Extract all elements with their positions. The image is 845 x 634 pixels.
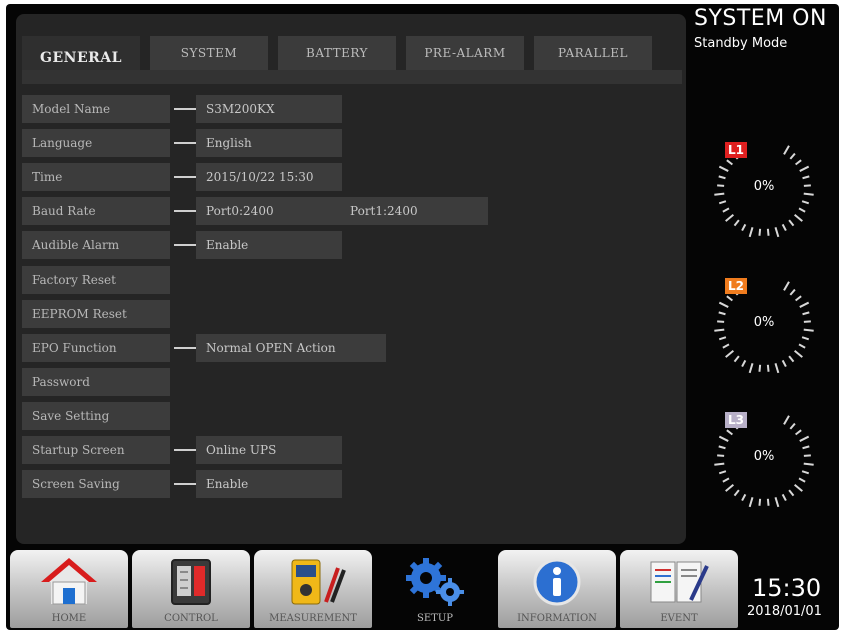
tab-parallel[interactable]: PARALLEL [534, 36, 652, 70]
info-icon [533, 558, 581, 606]
setting-value[interactable]: English [196, 129, 342, 157]
setting-value[interactable]: 2015/10/22 15:30 [196, 163, 342, 191]
tab-underline [22, 70, 682, 84]
event-icon [650, 561, 709, 603]
setting-value[interactable]: S3M200KX [196, 95, 342, 123]
control-icon [171, 559, 211, 605]
setting-label[interactable]: Model Name [22, 95, 170, 123]
phase-gauge-l2: L2 0% [709, 270, 819, 380]
phase-gauge-l1: L1 0% [709, 134, 819, 244]
gear-icon [406, 558, 464, 606]
nav-label: INFORMATION [517, 613, 597, 624]
setting-label[interactable]: Time [22, 163, 170, 191]
setting-value[interactable]: Online UPS [196, 436, 342, 464]
home-icon [41, 558, 97, 605]
nav-label: EVENT [660, 613, 698, 624]
system-status-title: SYSTEM ON [694, 6, 827, 31]
setting-value[interactable]: Enable [196, 231, 342, 259]
setting-label[interactable]: EEPROM Reset [22, 300, 170, 328]
nav-home-button[interactable]: HOME [10, 550, 128, 628]
phase-badge: L1 [725, 142, 747, 158]
setting-label[interactable]: Startup Screen [22, 436, 170, 464]
nav-information-button[interactable]: INFORMATION [498, 550, 616, 628]
setting-label[interactable]: Factory Reset [22, 266, 170, 294]
nav-label: SETUP [417, 613, 453, 624]
system-mode: Standby Mode [694, 36, 788, 51]
setting-label[interactable]: Baud Rate [22, 197, 170, 225]
setting-label[interactable]: Save Setting [22, 402, 170, 430]
bottom-nav-bar: HOME CONTROL MEASUREMENT SETUP INFORMATI… [6, 546, 839, 630]
nav-measurement-button[interactable]: MEASUREMENT [254, 550, 372, 628]
setting-label[interactable]: EPO Function [22, 334, 170, 362]
phase-badge: L2 [725, 278, 747, 294]
phase-load-value: 0% [753, 449, 775, 464]
phase-load-value: 0% [753, 179, 775, 194]
setting-label[interactable]: Language [22, 129, 170, 157]
tab-pre-alarm[interactable]: PRE-ALARM [406, 36, 524, 70]
setting-label[interactable]: Audible Alarm [22, 231, 170, 259]
nav-setup-button[interactable]: SETUP [376, 550, 494, 628]
setting-label[interactable]: Screen Saving [22, 470, 170, 498]
tab-system[interactable]: SYSTEM [150, 36, 268, 70]
setting-value[interactable]: Enable [196, 470, 342, 498]
phase-badge: L3 [725, 412, 747, 428]
setting-value[interactable]: Port0:2400 [196, 197, 342, 225]
ups-screen: GENERAL SYSTEM BATTERY PRE-ALARM PARALLE… [6, 4, 839, 630]
clock-date: 2018/01/01 [747, 604, 822, 619]
nav-control-button[interactable]: CONTROL [132, 550, 250, 628]
tab-battery[interactable]: BATTERY [278, 36, 396, 70]
measurement-icon [291, 559, 346, 605]
nav-label: CONTROL [164, 613, 218, 624]
nav-label: MEASUREMENT [269, 613, 357, 624]
nav-event-button[interactable]: EVENT [620, 550, 738, 628]
nav-label: HOME [51, 613, 87, 624]
phase-load-value: 0% [753, 315, 775, 330]
setting-value[interactable]: Normal OPEN Action [196, 334, 386, 362]
setting-label[interactable]: Password [22, 368, 170, 396]
setting-value[interactable]: Port1:2400 [340, 197, 488, 225]
clock-time: 15:30 [752, 574, 822, 602]
phase-gauge-l3: L3 0% [709, 404, 819, 514]
